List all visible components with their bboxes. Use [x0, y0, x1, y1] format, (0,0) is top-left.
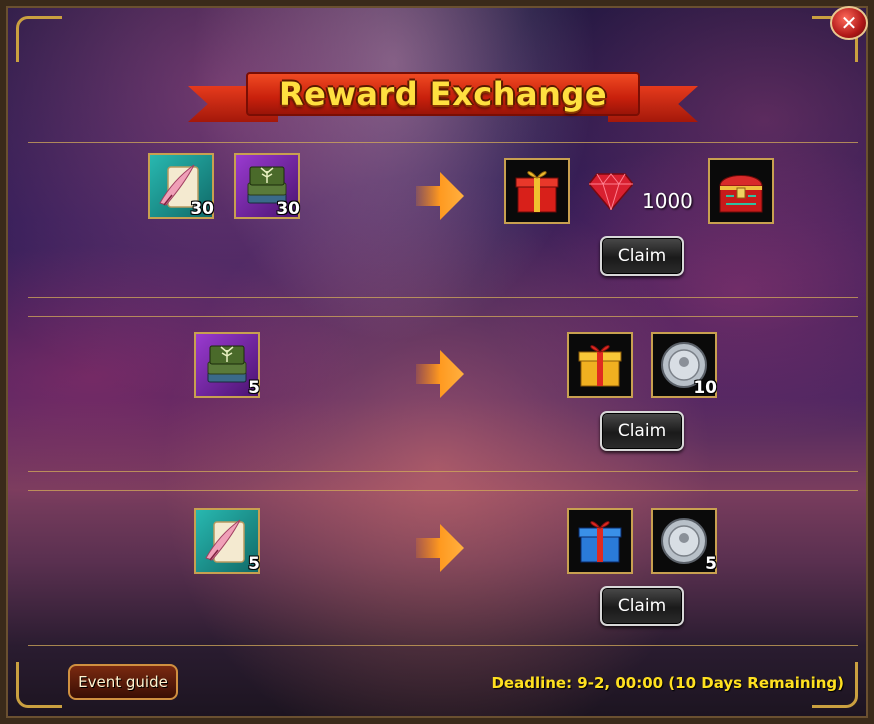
tree-book-icon[interactable]: 30	[234, 153, 300, 219]
event-guide-button[interactable]: Event guide	[68, 664, 178, 700]
item-count: 30	[190, 199, 214, 219]
claim-button-label: Claim	[617, 246, 667, 266]
red-gift-box-icon[interactable]	[504, 158, 570, 224]
frame-corner-ornament	[16, 662, 62, 708]
arrow-right-icon	[416, 524, 464, 572]
reward-exchange-window: ✕ Reward Exchange 30 30 1000 Claim 5 10 …	[0, 0, 874, 724]
yellow-gift-box-icon[interactable]	[567, 332, 633, 398]
deadline-text: Deadline: 9-2, 00:00 (10 Days Remaining)	[491, 674, 844, 692]
arrow-right-icon	[416, 172, 464, 220]
item-count: 5	[248, 378, 260, 398]
silver-coin-icon[interactable]: 5	[651, 508, 717, 574]
red-treasure-chest-icon[interactable]	[708, 158, 774, 224]
claim-button[interactable]: Claim	[600, 236, 684, 276]
item-count: 30	[276, 199, 300, 219]
arrow-right-icon	[416, 350, 464, 398]
item-count: 5	[248, 554, 260, 574]
ruby-gem-icon	[589, 173, 633, 210]
tree-book-icon[interactable]: 5	[194, 332, 260, 398]
title-banner: Reward Exchange	[188, 72, 698, 128]
blue-gift-box-icon[interactable]	[567, 508, 633, 574]
quill-scroll-icon[interactable]: 30	[148, 153, 214, 219]
page-title: Reward Exchange	[278, 75, 608, 113]
item-count: 5	[705, 554, 717, 574]
close-icon: ✕	[840, 11, 858, 35]
claim-button[interactable]: Claim	[600, 411, 684, 451]
gem-amount: 1000	[642, 189, 693, 213]
item-count: 10	[693, 378, 717, 398]
quill-scroll-icon[interactable]: 5	[194, 508, 260, 574]
event-guide-label: Event guide	[78, 673, 168, 691]
claim-button-label: Claim	[617, 421, 667, 441]
close-button[interactable]: ✕	[830, 6, 868, 40]
silver-coin-icon[interactable]: 10	[651, 332, 717, 398]
claim-button-label: Claim	[617, 596, 667, 616]
frame-corner-ornament	[16, 16, 62, 62]
claim-button[interactable]: Claim	[600, 586, 684, 626]
